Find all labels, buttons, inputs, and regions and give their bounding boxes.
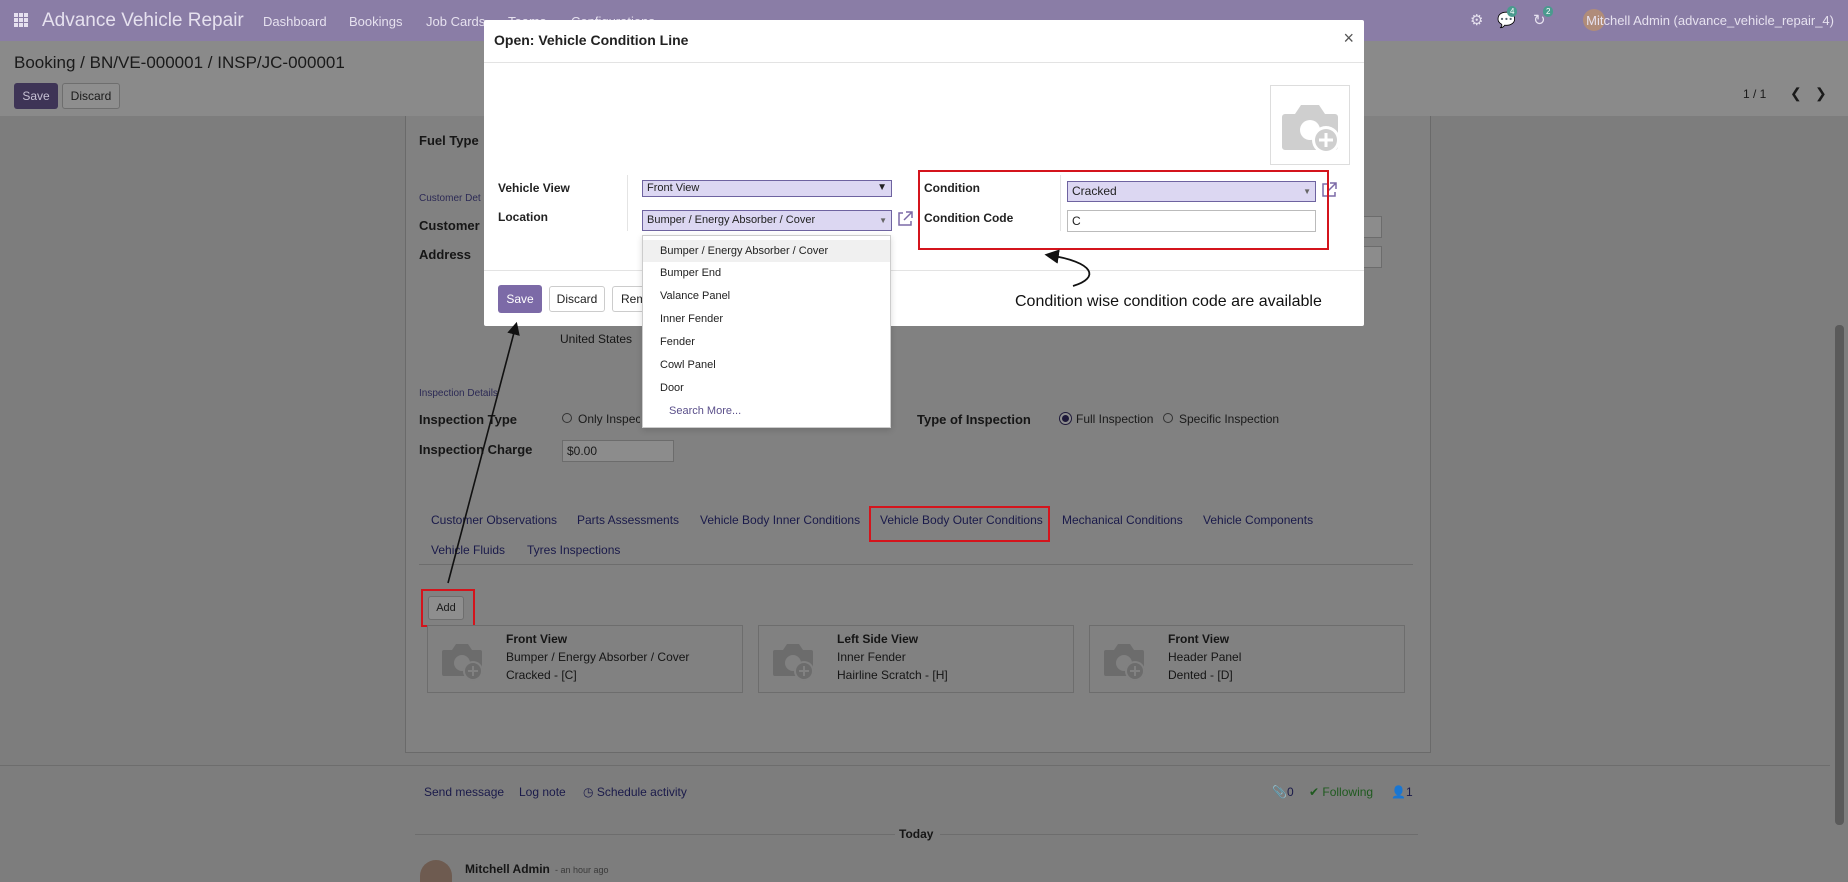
condition-arrow: [1044, 249, 1091, 287]
annotation-arrows: [447, 249, 1091, 584]
add-arrow: [447, 321, 520, 584]
